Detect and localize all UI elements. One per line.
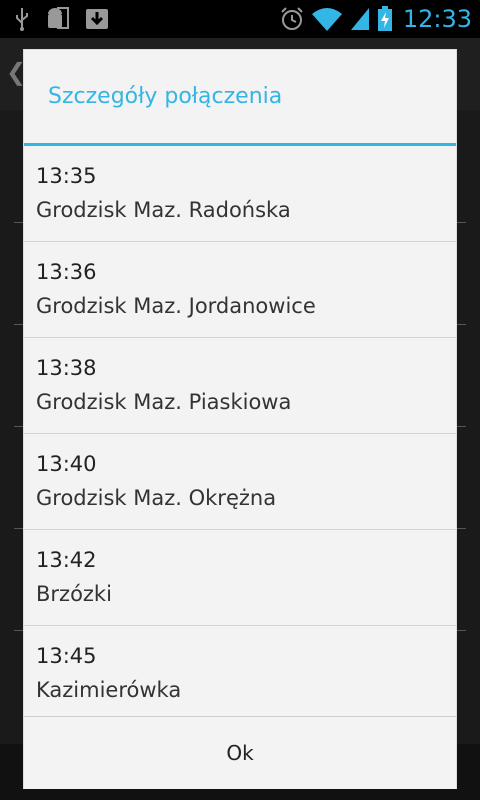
stop-time: 13:38 bbox=[36, 356, 97, 380]
battery-charging-icon bbox=[377, 6, 392, 31]
list-item[interactable]: 13:35 Grodzisk Maz. Radońska bbox=[24, 146, 456, 242]
dialog-title: Szczegóły połączenia bbox=[48, 84, 283, 109]
status-bar: 12:33 bbox=[0, 0, 480, 38]
stop-name: Grodzisk Maz. Jordanowice bbox=[36, 294, 316, 318]
stop-time: 13:42 bbox=[36, 548, 97, 572]
wifi-icon bbox=[311, 8, 342, 31]
download-icon bbox=[86, 9, 108, 29]
stop-name: Kazimierówka bbox=[36, 678, 182, 702]
list-item[interactable]: 13:40 Grodzisk Maz. Okrężna bbox=[24, 434, 456, 530]
list-item[interactable]: 13:42 Brzózki bbox=[24, 530, 456, 626]
stop-time: 13:35 bbox=[36, 164, 97, 188]
usb-icon bbox=[16, 8, 28, 31]
list-item[interactable]: 13:36 Grodzisk Maz. Jordanowice bbox=[24, 242, 456, 338]
android-debug-icon bbox=[48, 7, 69, 29]
list-item[interactable]: 13:38 Grodzisk Maz. Piaskiowa bbox=[24, 338, 456, 434]
alarm-icon bbox=[281, 7, 303, 30]
stop-name: Brzózki bbox=[36, 582, 112, 606]
stop-time: 13:45 bbox=[36, 644, 97, 668]
dialog-title-bar: Szczegóły połączenia bbox=[24, 50, 456, 146]
signal-icon bbox=[350, 8, 369, 30]
stop-name: Grodzisk Maz. Radońska bbox=[36, 198, 291, 222]
stop-time: 13:36 bbox=[36, 260, 97, 284]
connection-details-dialog: Szczegóły połączenia 13:35 Grodzisk Maz.… bbox=[24, 50, 456, 789]
list-item[interactable]: 13:45 Kazimierówka bbox=[24, 626, 456, 716]
dialog-footer: Ok bbox=[24, 716, 456, 789]
stop-time: 13:40 bbox=[36, 452, 97, 476]
stops-list[interactable]: 13:35 Grodzisk Maz. Radońska 13:36 Grodz… bbox=[24, 146, 456, 716]
ok-button[interactable]: Ok bbox=[24, 717, 456, 789]
stop-name: Grodzisk Maz. Okrężna bbox=[36, 486, 277, 510]
clock: 12:33 bbox=[402, 5, 472, 33]
stop-name: Grodzisk Maz. Piaskiowa bbox=[36, 390, 292, 414]
